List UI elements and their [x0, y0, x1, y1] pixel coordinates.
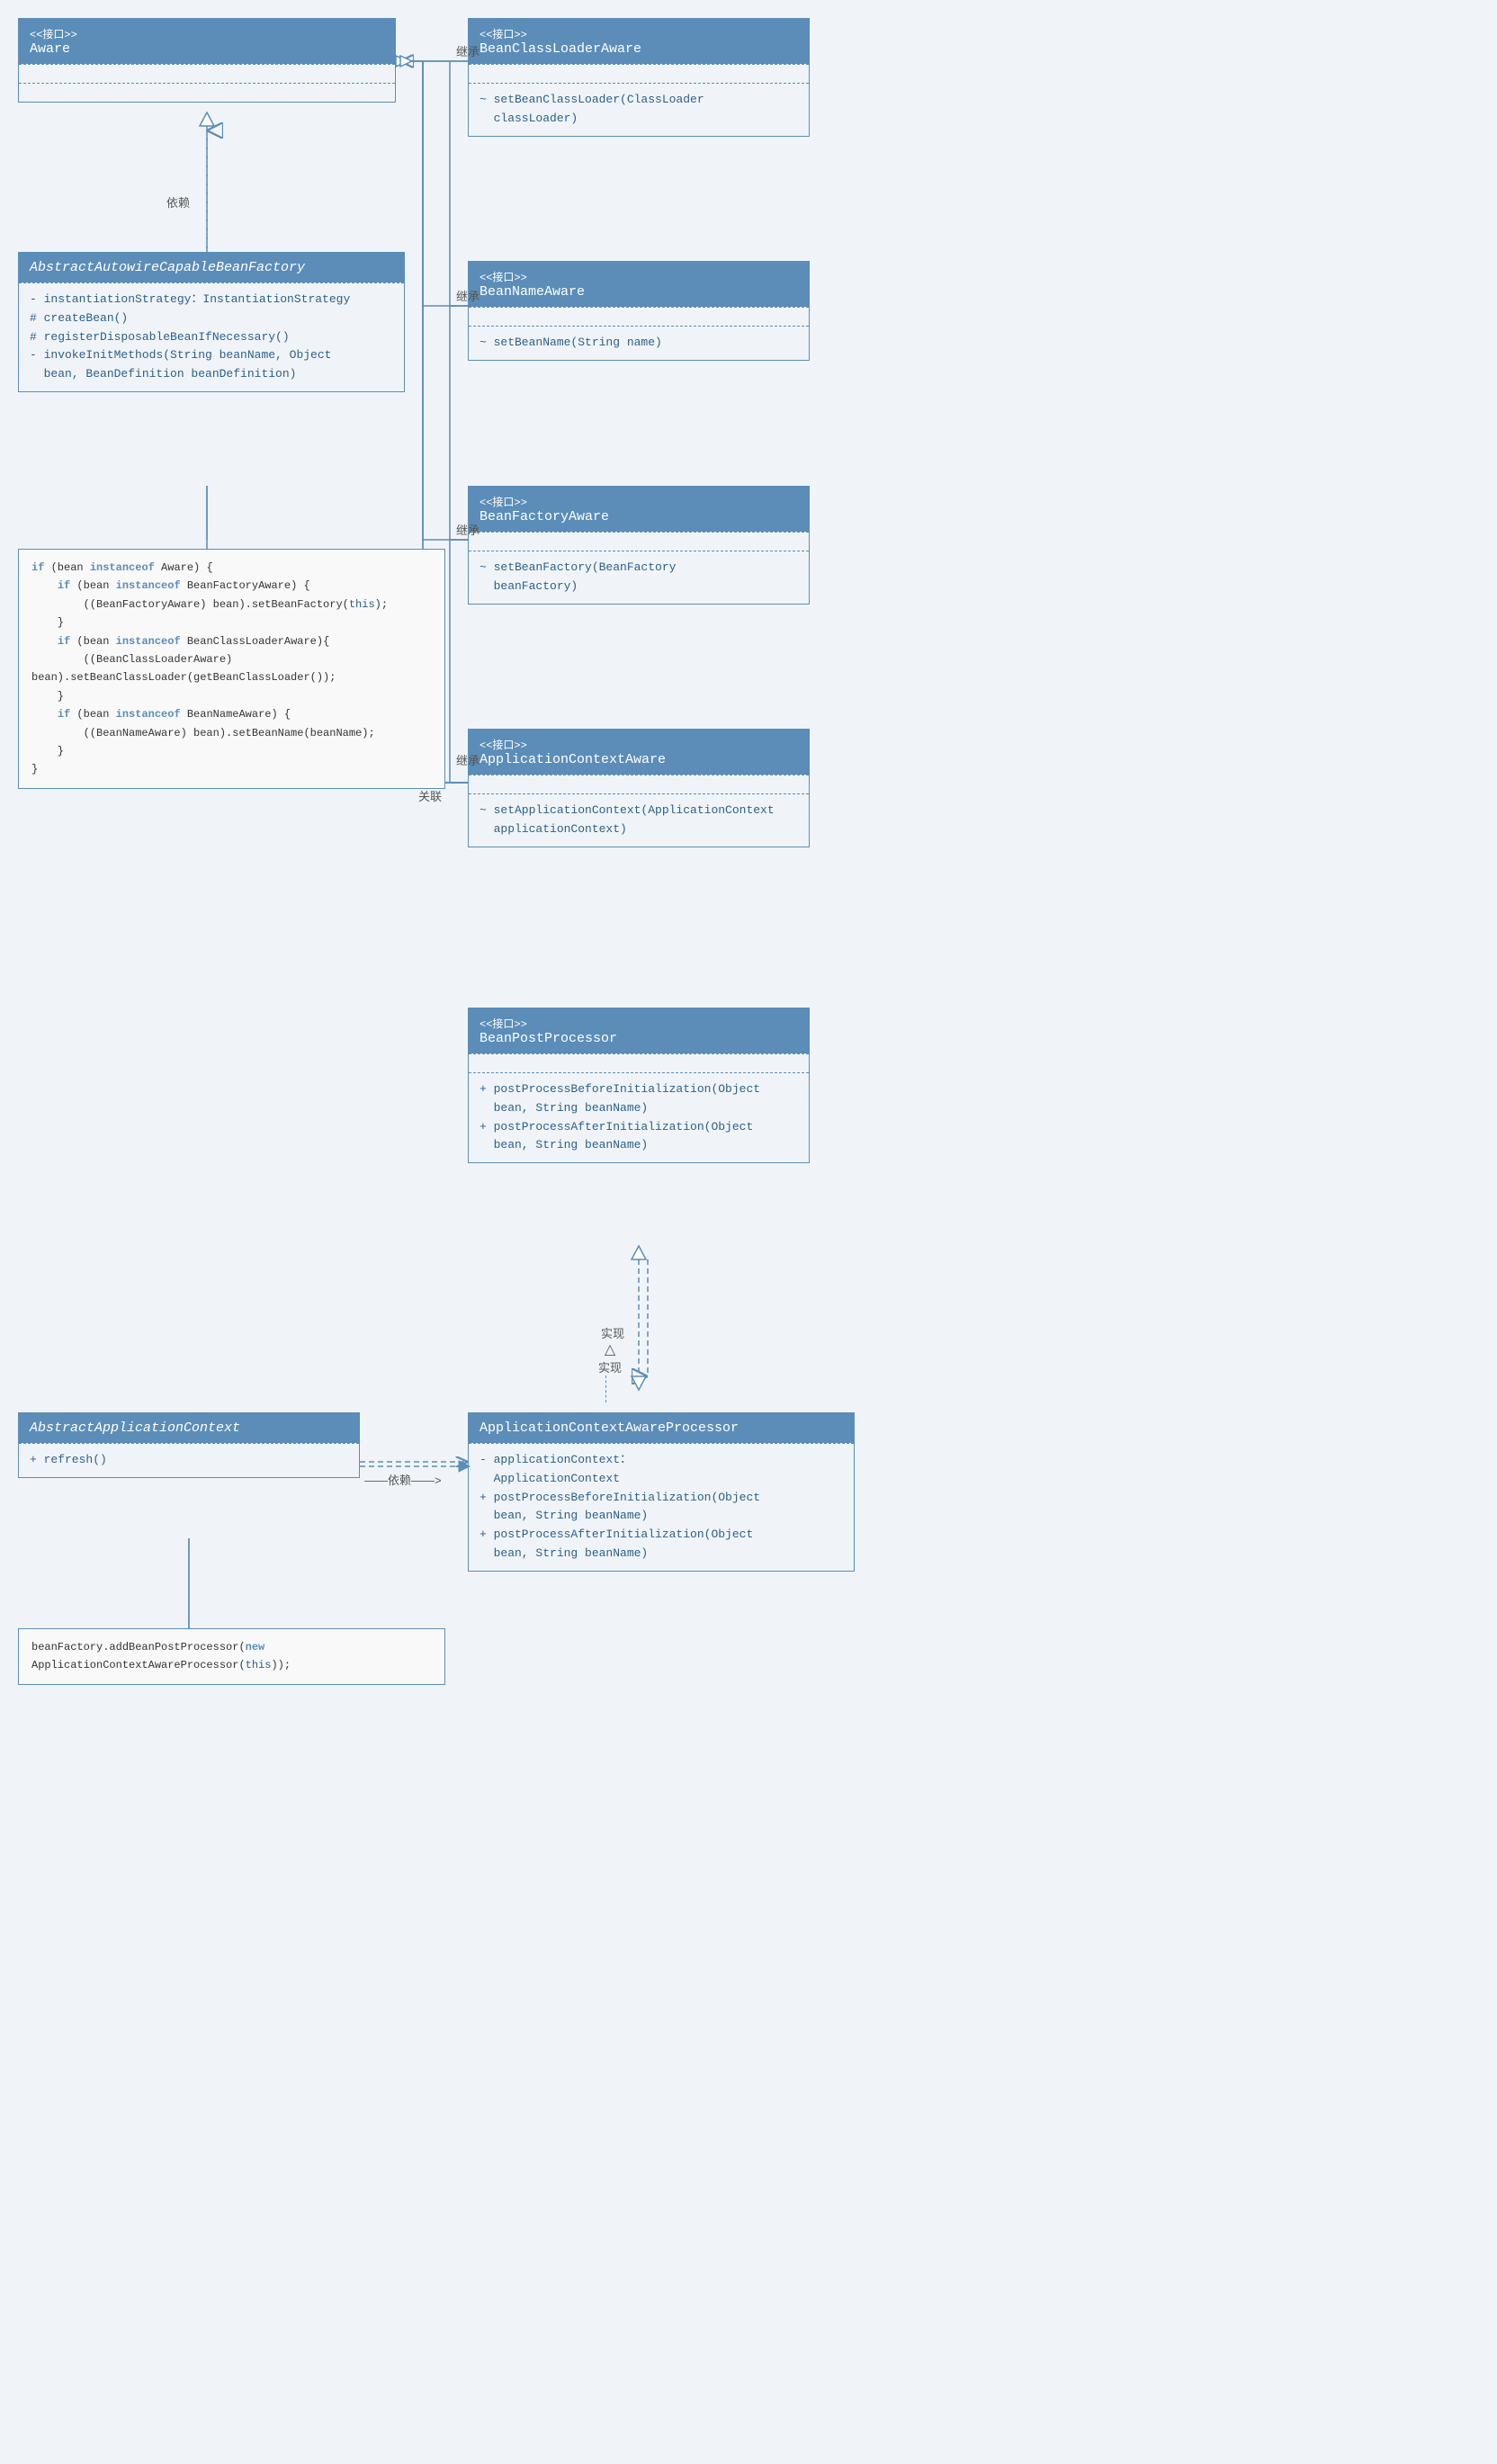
bcla-stereotype: <<接口>>	[480, 26, 798, 41]
aac-classname: AbstractApplicationContext	[30, 1420, 348, 1436]
code-block-1: if (bean instanceof Aware) { if (bean in…	[18, 549, 445, 789]
bna-stereotype: <<接口>>	[480, 269, 798, 284]
aacbf-header: AbstractAutowireCapableBeanFactory	[19, 253, 404, 282]
bcla-body-empty	[469, 64, 809, 83]
aware-body	[19, 64, 395, 83]
diagram-container: <<接口>> Aware <<接口>> BeanClassLoaderAware…	[0, 0, 1497, 2464]
bcla-classname: BeanClassLoaderAware	[480, 41, 798, 57]
bna-body-empty	[469, 307, 809, 326]
acap-header: ApplicationContextAwareProcessor	[469, 1413, 854, 1443]
bna-classname: BeanNameAware	[480, 284, 798, 300]
application-context-aware-box: <<接口>> ApplicationContextAware ~ setAppl…	[468, 729, 810, 847]
acap-body: - applicationContext： ApplicationContext…	[469, 1443, 854, 1571]
aac-box: AbstractApplicationContext + refresh()	[18, 1412, 360, 1478]
bean-factory-aware-box: <<接口>> BeanFactoryAware ~ setBeanFactory…	[468, 486, 810, 605]
bfa-stereotype: <<接口>>	[480, 494, 798, 509]
bpp-header: <<接口>> BeanPostProcessor	[469, 1008, 809, 1053]
bpp-body-empty	[469, 1053, 809, 1072]
bcla-header: <<接口>> BeanClassLoaderAware	[469, 19, 809, 64]
aac-body: + refresh()	[19, 1443, 359, 1477]
bcla-body: ~ setBeanClassLoader(ClassLoader classLo…	[469, 83, 809, 136]
bean-class-loader-aware-box: <<接口>> BeanClassLoaderAware ~ setBeanCla…	[468, 18, 810, 137]
aware-stereotype: <<接口>>	[30, 26, 384, 41]
bfa-body-empty	[469, 532, 809, 551]
bfa-header: <<接口>> BeanFactoryAware	[469, 487, 809, 532]
aware-header: <<接口>> Aware	[19, 19, 395, 64]
bpp-stereotype: <<接口>>	[480, 1016, 798, 1031]
aca-stereotype: <<接口>>	[480, 737, 798, 752]
rely-label: 依赖	[166, 193, 190, 211]
svg-text:实现: 实现	[601, 1327, 624, 1340]
aca-body-empty	[469, 775, 809, 793]
bna-body: ~ setBeanName(String name)	[469, 326, 809, 360]
aca-header: <<接口>> ApplicationContextAware	[469, 730, 809, 775]
acap-classname: ApplicationContextAwareProcessor	[480, 1420, 843, 1436]
aacbf-box: AbstractAutowireCapableBeanFactory - ins…	[18, 252, 405, 392]
bean-name-aware-box: <<接口>> BeanNameAware ~ setBeanName(Strin…	[468, 261, 810, 361]
associate-label: 关联	[418, 787, 442, 804]
aware-box: <<接口>> Aware	[18, 18, 396, 103]
aac-header: AbstractApplicationContext	[19, 1413, 359, 1443]
aware-body2	[19, 83, 395, 102]
bpp-classname: BeanPostProcessor	[480, 1031, 798, 1046]
implement-label: △ 实现	[598, 1340, 622, 1402]
aware-classname: Aware	[30, 41, 384, 57]
bna-header: <<接口>> BeanNameAware	[469, 262, 809, 307]
acap-box: ApplicationContextAwareProcessor - appli…	[468, 1412, 855, 1572]
aca-body: ~ setApplicationContext(ApplicationConte…	[469, 793, 809, 847]
aca-classname: ApplicationContextAware	[480, 752, 798, 767]
bpp-body: + postProcessBeforeInitialization(Object…	[469, 1072, 809, 1162]
bean-post-processor-box: <<接口>> BeanPostProcessor + postProcessBe…	[468, 1008, 810, 1163]
rely2-label: ——依赖——>	[364, 1471, 442, 1488]
bfa-classname: BeanFactoryAware	[480, 509, 798, 524]
aacbf-classname: AbstractAutowireCapableBeanFactory	[30, 260, 393, 275]
bfa-body: ~ setBeanFactory(BeanFactory beanFactory…	[469, 551, 809, 604]
code-block-2: beanFactory.addBeanPostProcessor(new App…	[18, 1628, 445, 1685]
aacbf-body: - instantiationStrategy：InstantiationStr…	[19, 282, 404, 391]
